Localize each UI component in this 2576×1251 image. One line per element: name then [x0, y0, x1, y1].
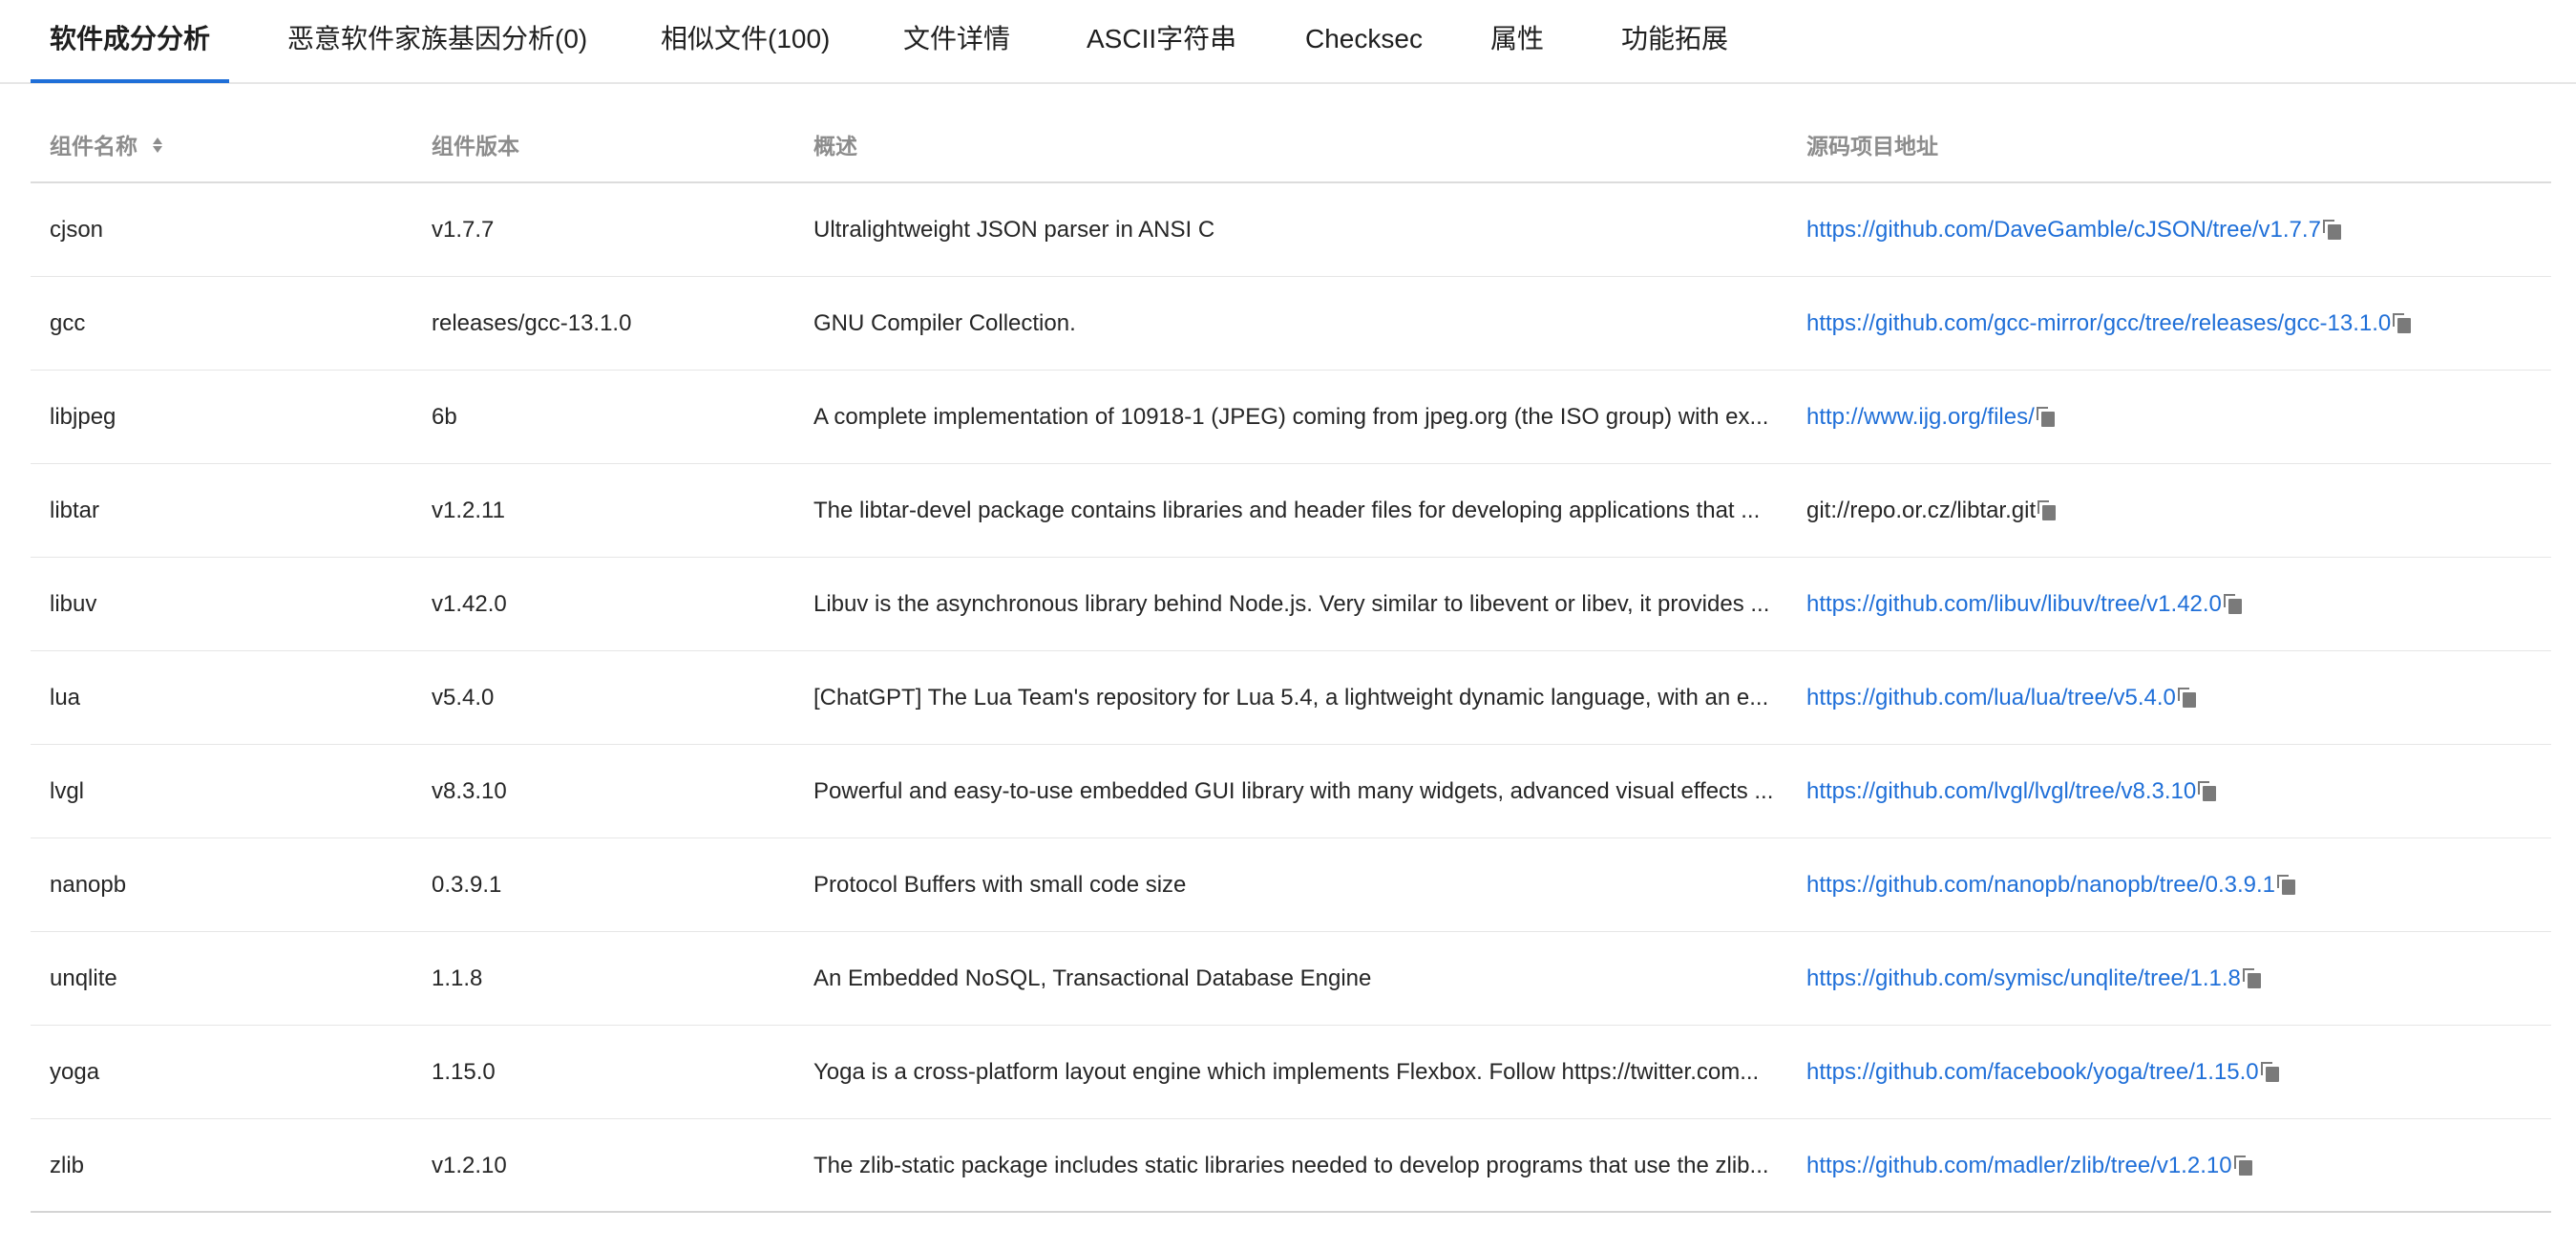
source-url-cell: https://github.com/lua/lua/tree/v5.4.0 [1806, 651, 2551, 744]
tab-feature-extension[interactable]: 功能拓展 [1621, 0, 1728, 82]
summary-cell: Protocol Buffers with small code size [813, 872, 1187, 898]
component-version-cell: v1.2.10 [432, 1153, 507, 1178]
table-row: lvgl v8.3.10 Powerful and easy-to-use embe… [31, 745, 2551, 838]
component-version-cell: v8.3.10 [432, 778, 507, 804]
source-url-cell: https://github.com/madler/zlib/tree/v1.2… [1806, 1119, 2551, 1212]
copy-icon[interactable] [2038, 499, 2057, 521]
component-name-cell: yoga [50, 1059, 100, 1085]
component-version-cell: v5.4.0 [432, 685, 495, 710]
copy-icon[interactable] [2036, 406, 2056, 428]
header-component-version: 组件版本 [432, 134, 519, 159]
table-row: lua v5.4.0 [ChatGPT] The Lua Team's reposi… [31, 651, 2551, 745]
summary-cell: Yoga is a cross-platform layout engine w… [813, 1059, 1760, 1085]
component-name-cell: unqlite [50, 965, 117, 991]
copy-icon[interactable] [2242, 967, 2262, 989]
active-tab-indicator [31, 79, 229, 83]
summary-cell: The zlib-static package includes static … [813, 1153, 1769, 1178]
component-version-cell: 6b [432, 404, 457, 430]
summary-cell: Powerful and easy-to-use embedded GUI li… [813, 778, 1774, 804]
tab-file-details[interactable]: 文件详情 [903, 0, 1010, 82]
tab-ascii-strings[interactable]: ASCII字符串 [1087, 0, 1236, 82]
component-version-cell: 1.15.0 [432, 1059, 496, 1085]
copy-icon[interactable] [2260, 1061, 2280, 1083]
source-url-cell: http://www.ijg.org/files/ [1806, 371, 2551, 463]
table-body: cjson v1.7.7 Ultralightweight JSON parser … [31, 183, 2551, 1213]
source-url-cell: git://repo.or.cz/libtar.git [1806, 464, 2551, 557]
source-url-cell: https://github.com/libuv/libuv/tree/v1.4… [1806, 558, 2551, 650]
source-url-link[interactable]: http://www.ijg.org/files/ [1806, 404, 2035, 430]
component-name-cell: nanopb [50, 872, 127, 898]
component-table: 组件名称 组件版本 概述 源码项目地址 cjson v1.7.7 Ultraligh… [31, 115, 2551, 1213]
source-url-text: git://repo.or.cz/libtar.git [1806, 498, 2037, 523]
source-url-link[interactable]: https://github.com/madler/zlib/tree/v1.2… [1806, 1153, 2232, 1178]
source-url-cell: https://github.com/symisc/unqlite/tree/1… [1806, 932, 2551, 1025]
component-name-cell: gcc [50, 310, 86, 336]
table-row: gcc releases/gcc-13.1.0 GNU Compiler Colle… [31, 277, 2551, 371]
source-url-cell: https://github.com/DaveGamble/cJSON/tree… [1806, 183, 2551, 276]
source-url-link[interactable]: https://github.com/gcc-mirror/gcc/tree/r… [1806, 310, 2391, 336]
copy-icon[interactable] [2198, 780, 2217, 802]
table-row: unqlite 1.1.8 An Embedded NoSQL, Transacti… [31, 932, 2551, 1026]
component-name-cell: lua [50, 685, 81, 710]
source-url-cell: https://github.com/lvgl/lvgl/tree/v8.3.1… [1806, 745, 2551, 838]
source-url-link[interactable]: https://github.com/nanopb/nanopb/tree/0.… [1806, 872, 2275, 898]
source-url-cell: https://github.com/gcc-mirror/gcc/tree/r… [1806, 277, 2551, 370]
tab-software-composition-analysis[interactable]: 软件成分分析 [50, 0, 210, 82]
copy-icon[interactable] [2223, 593, 2243, 615]
summary-cell: Ultralightweight JSON parser in ANSI C [813, 217, 1215, 243]
component-version-cell: 0.3.9.1 [432, 872, 502, 898]
table-row: cjson v1.7.7 Ultralightweight JSON parser … [31, 183, 2551, 277]
component-version-cell: v1.2.11 [432, 498, 505, 523]
summary-cell: Libuv is the asynchronous library behind… [813, 591, 1770, 617]
component-name-cell: libuv [50, 591, 97, 617]
header-source-url: 源码项目地址 [1806, 134, 1938, 159]
table-header: 组件名称 组件版本 概述 源码项目地址 [31, 115, 2551, 183]
component-version-cell: releases/gcc-13.1.0 [432, 310, 632, 336]
summary-cell: GNU Compiler Collection. [813, 310, 1076, 336]
table-row: yoga 1.15.0 Yoga is a cross-platform layou… [31, 1026, 2551, 1119]
tab-similar-files[interactable]: 相似文件(100) [661, 0, 830, 82]
copy-icon[interactable] [2393, 312, 2412, 334]
header-component-name[interactable]: 组件名称 [50, 115, 412, 181]
source-url-link[interactable]: https://github.com/DaveGamble/cJSON/tree… [1806, 217, 2321, 243]
source-url-cell: https://github.com/nanopb/nanopb/tree/0.… [1806, 838, 2551, 931]
header-summary: 概述 [813, 134, 857, 159]
tab-checksec[interactable]: Checksec [1305, 0, 1423, 82]
summary-cell: [ChatGPT] The Lua Team's repository for … [813, 685, 1769, 710]
component-name-cell: libtar [50, 498, 100, 523]
tab-malware-family-gene-analysis[interactable]: 恶意软件家族基因分析(0) [287, 0, 587, 82]
table-row: libjpeg 6b A complete implementation of 10… [31, 371, 2551, 464]
component-name-cell: lvgl [50, 778, 85, 804]
component-name-cell: cjson [50, 217, 104, 243]
source-url-cell: https://github.com/facebook/yoga/tree/1.… [1806, 1026, 2551, 1118]
copy-icon[interactable] [2233, 1155, 2253, 1177]
component-name-cell: libjpeg [50, 404, 116, 430]
summary-cell: A complete implementation of 10918-1 (JP… [813, 404, 1769, 430]
copy-icon[interactable] [2322, 219, 2342, 241]
sort-icon[interactable] [151, 136, 164, 155]
tab-properties[interactable]: 属性 [1490, 0, 1544, 82]
component-version-cell: v1.42.0 [432, 591, 507, 617]
table-row: nanopb 0.3.9.1 Protocol Buffers with small… [31, 838, 2551, 932]
header-component-name-label: 组件名称 [50, 134, 137, 159]
source-url-link[interactable]: https://github.com/symisc/unqlite/tree/1… [1806, 965, 2241, 991]
source-url-link[interactable]: https://github.com/lvgl/lvgl/tree/v8.3.1… [1806, 778, 2196, 804]
summary-cell: The libtar-devel package contains librar… [813, 498, 1761, 523]
component-version-cell: 1.1.8 [432, 965, 483, 991]
tab-bar: 软件成分分析 恶意软件家族基因分析(0) 相似文件(100) 文件详情 ASCI… [0, 0, 2576, 84]
table-row: libtar v1.2.11 The libtar-devel package co… [31, 464, 2551, 558]
component-version-cell: v1.7.7 [432, 217, 495, 243]
summary-cell: An Embedded NoSQL, Transactional Databas… [813, 965, 1372, 991]
component-name-cell: zlib [50, 1153, 85, 1178]
source-url-link[interactable]: https://github.com/lua/lua/tree/v5.4.0 [1806, 685, 2176, 710]
table-row: libuv v1.42.0 Libuv is the asynchronous li… [31, 558, 2551, 651]
source-url-link[interactable]: https://github.com/libuv/libuv/tree/v1.4… [1806, 591, 2222, 617]
copy-icon[interactable] [2277, 874, 2296, 896]
source-url-link[interactable]: https://github.com/facebook/yoga/tree/1.… [1806, 1059, 2259, 1085]
copy-icon[interactable] [2177, 687, 2197, 709]
table-row: zlib v1.2.10 The zlib-static package inclu… [31, 1119, 2551, 1213]
